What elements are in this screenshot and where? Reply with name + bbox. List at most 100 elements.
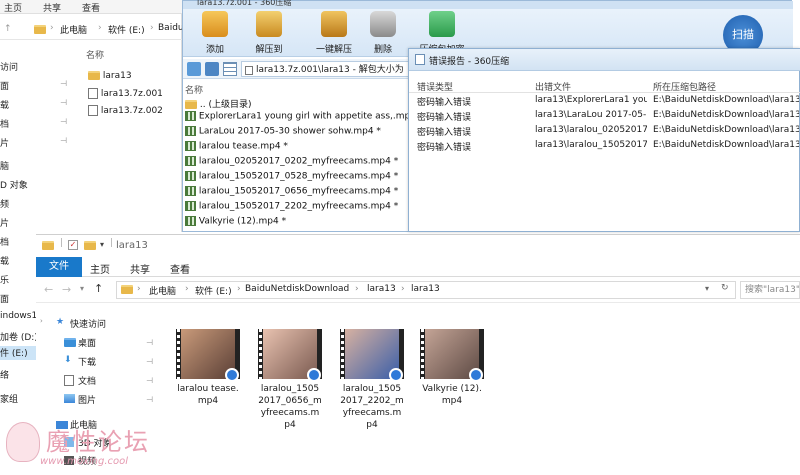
nav-drive-c[interactable]: indows1 [0,311,37,321]
back-address-bar[interactable]: ↑ › 此电脑 › 软件 (E:) › Baidu [0,18,184,40]
search-input[interactable]: 搜索"lara13" [740,281,800,299]
video-preview-image [340,329,404,382]
nav-desktop[interactable]: 面 [0,79,9,92]
video-preview-image [258,329,322,382]
chevron-icon: › [137,284,141,294]
dropdown-icon[interactable]: ▾ [100,240,104,249]
back-tab-view[interactable]: 查看 [82,1,100,14]
nav-downloads[interactable]: 下载 [78,355,96,368]
zip-file-list: 名称 .. (上级目录) ExplorerLara1 young girl wi… [183,80,423,233]
nav-documents[interactable]: 文档 [78,374,96,387]
list-item[interactable]: lara13.7z.002 [88,105,163,116]
list-item[interactable]: lara13.7z.001 [88,88,163,99]
properties-icon[interactable]: ✓ [68,240,78,250]
column-header-name[interactable]: 名称 [185,83,203,96]
expand-chevron-icon[interactable]: › [40,317,43,325]
tab-home[interactable]: 主页 [90,261,110,276]
nav-network[interactable]: 络 [0,368,9,381]
list-item[interactable]: laralou_15052017_2202_myfreecams.mp4 * [185,201,398,212]
add-button[interactable]: 添加 [189,11,241,55]
address-bar[interactable]: › 此电脑 › 软件 (E:) › BaiduNetdiskDownload ›… [116,281,736,299]
header-error-file[interactable]: 出错文件 [535,80,571,93]
list-item[interactable]: ExplorerLara1 young girl with appetite a… [185,111,423,122]
list-view-icon[interactable] [223,62,237,76]
video-file-icon [185,171,196,181]
crumb-lara13[interactable]: lara13 [367,284,396,294]
quick-access-toolbar: | ✓ ▾ | lara13 [36,235,800,257]
list-item[interactable]: laralou_15052017_0656_myfreecams.mp4 * [185,186,398,197]
report-icon [415,54,425,65]
up-arrow-icon[interactable]: ↑ [4,24,12,34]
folder-icon [34,25,46,34]
crumb-baidu[interactable]: Baidu [158,23,184,33]
table-row[interactable]: 密码输入错误 lara13\ExplorerLara1 you... E:\Ba… [409,95,800,109]
list-item[interactable]: LaraLou 2017-05-30 shower sohw.mp4 * [185,126,381,137]
table-row[interactable]: 密码输入错误 lara13\laralou_15052017_... E:\Ba… [409,140,800,154]
crumb-drive-e[interactable]: 软件 (E:) [108,23,145,36]
play-icon [469,368,483,382]
list-item[interactable]: laralou tease.mp4 * [185,141,288,152]
tab-share[interactable]: 共享 [130,261,150,276]
view-icon[interactable] [205,62,219,76]
header-error-type[interactable]: 错误类型 [417,80,453,93]
crumb-baidu[interactable]: BaiduNetdiskDownload [245,284,349,294]
list-item[interactable]: lara13 [88,71,132,81]
back-arrow-icon[interactable]: ← [44,283,53,296]
crumb-lara13-inner[interactable]: lara13 [411,284,440,294]
nav-quick-access[interactable]: 快速访问 [70,317,106,330]
extract-to-button[interactable]: 解压到 [243,11,295,55]
up-folder-icon[interactable] [187,62,201,76]
new-folder-icon[interactable] [84,241,96,250]
nav-pictures[interactable]: 片 [0,136,9,149]
list-item[interactable]: laralou_15052017_0528_myfreecams.mp4 * [185,171,398,182]
nav-documents-2[interactable]: 档 [0,235,9,248]
crumb-this-pc[interactable]: 此电脑 [60,23,87,36]
list-item[interactable]: laralou_02052017_0202_myfreecams.mp4 * [185,156,398,167]
nav-desktop-2[interactable]: 面 [0,292,9,305]
document-icon [64,375,74,386]
video-thumbnail[interactable]: laralou_15052017_0656_myfreecams.mp4 [258,329,322,431]
nav-3d-objects[interactable]: D 对象 [0,178,28,191]
video-thumbnail[interactable]: laralou tease.mp4 [176,329,240,407]
nav-pictures-2[interactable]: 片 [0,216,9,229]
nav-homegroup[interactable]: 家组 [0,392,18,405]
nav-music[interactable]: 乐 [0,273,9,286]
delete-button[interactable]: 删除 [357,11,409,55]
nav-quick-access[interactable]: 访问 [0,60,18,73]
video-thumbnail[interactable]: laralou_15052017_2202_myfreecams.mp4 [340,329,404,431]
nav-pictures[interactable]: 图片 [78,393,96,406]
nav-documents[interactable]: 档 [0,117,9,130]
back-tab-share[interactable]: 共享 [43,1,61,14]
nav-drive-e[interactable]: 件 (E:) [0,346,36,360]
nav-this-pc[interactable]: 脑 [0,159,9,172]
file-icon [88,88,98,99]
crumb-drive-e[interactable]: 软件 (E:) [195,284,232,297]
header-archive-path[interactable]: 所在压缩包路径 [653,80,716,93]
video-thumbnail[interactable]: Valkyrie (12).mp4 [420,329,484,407]
nav-videos[interactable]: 频 [0,197,9,210]
separator: | [60,238,64,248]
back-tab-home[interactable]: 主页 [4,1,22,14]
list-item[interactable]: .. (上级目录) [185,97,251,110]
zip-path-field[interactable]: lara13.7z.001\lara13 - 解包大小为 [241,61,411,77]
column-header-name[interactable]: 名称 [86,48,104,61]
forward-arrow-icon[interactable]: → [62,283,71,296]
nav-drive-d[interactable]: 加卷 (D:) [0,330,38,343]
nav-desktop[interactable]: 桌面 [78,336,96,349]
crumb-this-pc[interactable]: 此电脑 [149,284,176,297]
recent-dropdown-icon[interactable]: ▾ [80,284,84,293]
list-item[interactable]: Valkyrie (12).mp4 * [185,216,286,227]
nav-downloads[interactable]: 载 [0,98,9,111]
one-click-extract-button[interactable]: 一键解压 [303,11,365,55]
address-dropdown-icon[interactable]: ▾ [705,284,709,293]
front-ribbon: 文件 主页 共享 查看 [36,257,800,277]
refresh-icon[interactable]: ↻ [721,283,729,293]
tab-file[interactable]: 文件 [36,257,82,277]
nav-downloads-2[interactable]: 载 [0,254,9,267]
tab-view[interactable]: 查看 [170,261,190,276]
table-row[interactable]: 密码输入错误 lara13\LaraLou 2017-05-... E:\Bai… [409,110,800,124]
up-arrow-icon[interactable]: ↑ [94,282,103,295]
back-file-list: 名称 lara13 lara13.7z.001 lara13.7z.002 [84,44,182,144]
watermark-text: 魔性论坛 [46,428,150,456]
table-row[interactable]: 密码输入错误 lara13\laralou_02052017_... E:\Ba… [409,125,800,139]
